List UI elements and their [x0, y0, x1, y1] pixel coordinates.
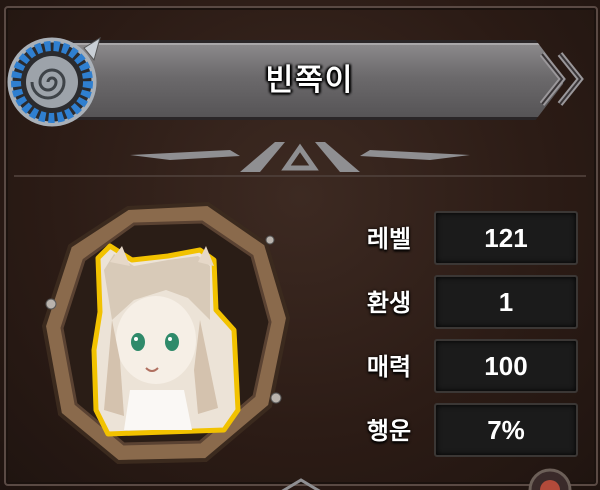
stat-value: 7% — [434, 403, 578, 457]
stat-row-luck: 행운 7% — [330, 400, 580, 457]
bottom-notch-ornament — [281, 478, 321, 490]
stat-label: 매력 — [366, 352, 412, 381]
gem-icon — [528, 468, 572, 490]
character-portrait[interactable] — [38, 200, 292, 470]
stat-row-level: 레벨 121 — [330, 208, 580, 265]
stat-label: 환생 — [366, 288, 412, 317]
character-name: 빈쪽이 — [265, 63, 355, 98]
stat-value: 121 — [434, 211, 578, 265]
stat-label: 레벨 — [366, 224, 412, 253]
stat-row-rebirth: 환생 1 — [330, 272, 580, 329]
decorative-ornament — [130, 142, 470, 172]
stat-label: 행운 — [366, 416, 412, 445]
stat-value: 1 — [434, 275, 578, 329]
stat-row-charm: 매력 100 — [330, 336, 580, 393]
double-chevron-right-icon[interactable] — [540, 44, 590, 114]
stat-value: 100 — [434, 339, 578, 393]
character-info-panel: 빈쪽이 레벨 121 환생 1 매력 100 행운 7% — [0, 0, 600, 490]
spiral-shield-icon — [7, 36, 101, 127]
